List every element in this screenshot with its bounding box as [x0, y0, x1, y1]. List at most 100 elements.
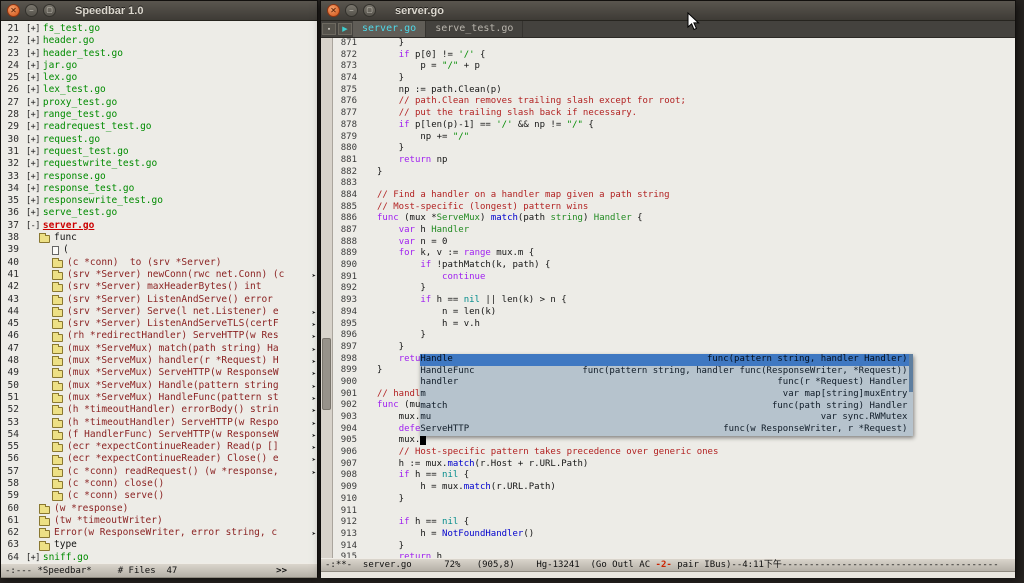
file-name[interactable]: request.go: [43, 134, 100, 146]
code-text[interactable]: }: [377, 73, 404, 83]
code-text[interactable]: h := mux.match(r.Host + r.URL.Path): [377, 459, 588, 469]
expander-toggle[interactable]: [+]: [26, 171, 40, 183]
code-text[interactable]: var h Handler: [377, 225, 469, 235]
tab-home-icon[interactable]: ▪: [322, 23, 336, 35]
minimize-icon[interactable]: –: [25, 4, 38, 17]
file-name[interactable]: responsewrite_test.go: [43, 195, 163, 207]
speedbar-row[interactable]: 55(ecr *expectContinueReader) Read(p []➤: [1, 441, 317, 453]
expander-toggle[interactable]: [+]: [26, 134, 40, 146]
speedbar-row[interactable]: 56(ecr *expectContinueReader) Close() e➤: [1, 453, 317, 465]
file-name[interactable]: lex.go: [43, 72, 77, 84]
speedbar-row[interactable]: 43(srv *Server) ListenAndServe() error: [1, 294, 317, 306]
file-name[interactable]: response.go: [43, 171, 106, 183]
expander-toggle[interactable]: [+]: [26, 207, 40, 219]
expander-toggle[interactable]: [+]: [26, 158, 40, 170]
speedbar-row[interactable]: 35[+]responsewrite_test.go: [1, 195, 317, 207]
code-text[interactable]: n = len(k): [377, 307, 496, 317]
file-name[interactable]: fs_test.go: [43, 23, 100, 35]
speedbar-row[interactable]: 52(h *timeoutHandler) errorBody() strin➤: [1, 404, 317, 416]
speedbar-row[interactable]: 64[+]sniff.go: [1, 552, 317, 563]
tag-label[interactable]: (tw *timeoutWriter): [54, 515, 163, 527]
code-text[interactable]: }: [377, 283, 426, 293]
speedbar-row[interactable]: 54(f HandlerFunc) ServeHTTP(w ResponseW➤: [1, 429, 317, 441]
tag-label[interactable]: (rh *redirectHandler) ServeHTTP(w Res: [67, 330, 279, 342]
expander-toggle[interactable]: [+]: [26, 60, 40, 72]
tag-label[interactable]: (h *timeoutHandler) errorBody() strin: [67, 404, 279, 416]
speedbar-row[interactable]: 42(srv *Server) maxHeaderBytes() int: [1, 281, 317, 293]
speedbar-row[interactable]: 36[+]serve_test.go: [1, 207, 317, 219]
speedbar-row[interactable]: 40(c *conn) to (srv *Server): [1, 257, 317, 269]
tag-label[interactable]: (srv *Server) newConn(rwc net.Conn) (c: [67, 269, 284, 281]
code-text[interactable]: if h == nil {: [377, 517, 469, 527]
expander-toggle[interactable]: [+]: [26, 84, 40, 96]
file-name[interactable]: lex_test.go: [43, 84, 106, 96]
tag-label[interactable]: (mux *ServeMux) ServeHTTP(w ResponseW: [67, 367, 279, 379]
speedbar-page-forward-button[interactable]: >>: [276, 566, 287, 576]
file-name[interactable]: server.go: [43, 220, 94, 232]
speedbar-row[interactable]: 38func: [1, 232, 317, 244]
popup-scrollbar[interactable]: [909, 354, 913, 392]
code-text[interactable]: return np: [377, 155, 447, 165]
expander-toggle[interactable]: [+]: [26, 97, 40, 109]
code-text[interactable]: }: [377, 365, 382, 375]
tag-label[interactable]: (: [63, 244, 69, 256]
code-text[interactable]: if h == nil || len(k) > n {: [377, 295, 567, 305]
speedbar-row[interactable]: 24[+]jar.go: [1, 60, 317, 72]
speedbar-row[interactable]: 47(mux *ServeMux) match(path string) Ha➤: [1, 343, 317, 355]
speedbar-list[interactable]: 21[+]fs_test.go22[+]header.go23[+]header…: [1, 21, 317, 563]
speedbar-row[interactable]: 44(srv *Server) Serve(l net.Listener) e➤: [1, 306, 317, 318]
close-icon[interactable]: ✕: [327, 4, 340, 17]
code-text[interactable]: return h: [377, 552, 442, 558]
code-text[interactable]: }: [377, 167, 382, 177]
code-text[interactable]: // Most-specific (longest) pattern wins: [377, 202, 588, 212]
code-text[interactable]: if !pathMatch(k, path) {: [377, 260, 550, 270]
tab-forward-icon[interactable]: ▶: [338, 23, 352, 35]
code-text[interactable]: }: [377, 330, 426, 340]
maximize-icon[interactable]: ▢: [43, 4, 56, 17]
popup-item[interactable]: HandleFuncfunc(pattern string, handler f…: [420, 366, 913, 378]
tag-label[interactable]: (ecr *expectContinueReader) Close() e: [67, 453, 279, 465]
code-text[interactable]: }: [377, 494, 404, 504]
echo-area[interactable]: [321, 572, 1015, 578]
expander-toggle[interactable]: [+]: [26, 146, 40, 158]
speedbar-row[interactable]: 32[+]requestwrite_test.go: [1, 158, 317, 170]
code-text[interactable]: np += "/": [377, 132, 469, 142]
speedbar-row[interactable]: 48(mux *ServeMux) handler(r *Request) H➤: [1, 355, 317, 367]
speedbar-row[interactable]: 59(c *conn) serve(): [1, 490, 317, 502]
code-text[interactable]: }: [377, 541, 404, 551]
tag-label[interactable]: (srv *Server) maxHeaderBytes() int: [67, 281, 261, 293]
speedbar-row[interactable]: 26[+]lex_test.go: [1, 84, 317, 96]
expander-toggle[interactable]: [+]: [26, 552, 40, 563]
speedbar-row[interactable]: 63type: [1, 539, 317, 551]
code-text[interactable]: var n = 0: [377, 237, 447, 247]
editor-modeline[interactable]: -:**- server.go 72% (905,8) Hg-13241 (Go…: [321, 558, 1015, 572]
speedbar-row[interactable]: 61(tw *timeoutWriter): [1, 515, 317, 527]
speedbar-row[interactable]: 34[+]response_test.go: [1, 183, 317, 195]
popup-item[interactable]: matchfunc(path string) Handler: [420, 401, 913, 413]
speedbar-row[interactable]: 30[+]request.go: [1, 134, 317, 146]
file-name[interactable]: response_test.go: [43, 183, 135, 195]
file-name[interactable]: sniff.go: [43, 552, 89, 563]
speedbar-row[interactable]: 49(mux *ServeMux) ServeHTTP(w ResponseW➤: [1, 367, 317, 379]
expander-toggle[interactable]: [+]: [26, 23, 40, 35]
speedbar-row[interactable]: 46(rh *redirectHandler) ServeHTTP(w Res➤: [1, 330, 317, 342]
speedbar-row[interactable]: 58(c *conn) close(): [1, 478, 317, 490]
tag-label[interactable]: (mux *ServeMux) HandleFunc(pattern st: [67, 392, 279, 404]
maximize-icon[interactable]: ▢: [363, 4, 376, 17]
code-text[interactable]: // path.Clean removes trailing slash exc…: [377, 96, 686, 106]
speedbar-row[interactable]: 23[+]header_test.go: [1, 48, 317, 60]
tag-label[interactable]: (c *conn) close(): [67, 478, 164, 490]
file-name[interactable]: readrequest_test.go: [43, 121, 152, 133]
minimize-icon[interactable]: –: [345, 4, 358, 17]
code-text[interactable]: for k, v := range mux.m {: [377, 248, 534, 258]
popup-item[interactable]: Handlefunc(pattern string, handler Handl…: [420, 354, 913, 366]
tag-label[interactable]: type: [54, 539, 77, 551]
tag-label[interactable]: Error(w ResponseWriter, error string, c: [54, 527, 277, 539]
popup-item[interactable]: handlerfunc(r *Request) Handler: [420, 377, 913, 389]
speedbar-row[interactable]: 22[+]header.go: [1, 35, 317, 47]
tag-label[interactable]: (srv *Server) ListenAndServe() error: [67, 294, 273, 306]
speedbar-row[interactable]: 53(h *timeoutHandler) ServeHTTP(w Respo➤: [1, 417, 317, 429]
code-text[interactable]: np := path.Clean(p): [377, 85, 502, 95]
speedbar-row[interactable]: 33[+]response.go: [1, 171, 317, 183]
speedbar-row[interactable]: 50(mux *ServeMux) Handle(pattern string➤: [1, 380, 317, 392]
